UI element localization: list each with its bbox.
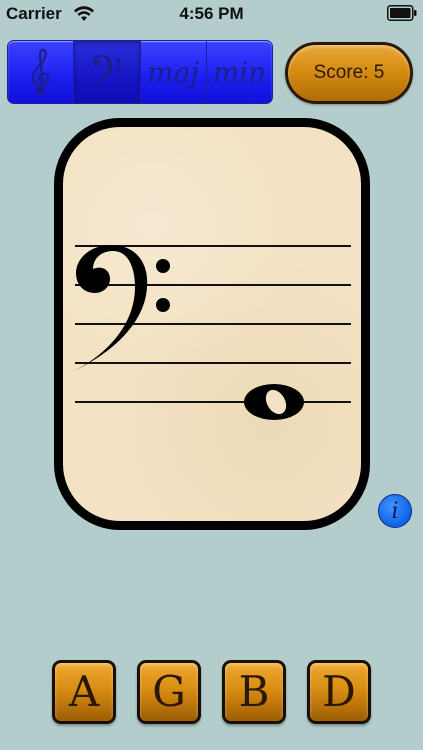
answer-label: A [68, 667, 100, 716]
answer-button-g[interactable]: G [137, 660, 201, 724]
segment-major[interactable]: maj [141, 41, 207, 103]
bass-clef-icon [92, 55, 121, 86]
flashcard [54, 118, 370, 530]
answer-button-d[interactable]: D [307, 660, 371, 724]
staff-lines [75, 245, 351, 403]
segment-bass-clef[interactable] [74, 41, 141, 103]
answer-label: B [238, 667, 270, 716]
clock: 4:56 PM [179, 4, 244, 23]
segment-treble-clef[interactable] [8, 41, 75, 103]
staff [74, 245, 351, 420]
answer-button-a[interactable]: A [52, 660, 116, 724]
status-bar: Carrier 4:56 PM [0, 0, 423, 28]
treble-clef-icon [31, 48, 49, 96]
battery-full-icon [387, 5, 417, 21]
bass-clef-icon [74, 245, 170, 371]
segment-minor[interactable]: min [207, 41, 272, 103]
answer-label: G [152, 667, 186, 716]
answer-buttons: A G B D [52, 660, 372, 724]
score-button[interactable]: Score: 5 [285, 42, 413, 104]
mode-segmented-control: maj min [7, 40, 273, 104]
answer-label: D [322, 667, 356, 716]
info-button[interactable]: i [378, 494, 412, 528]
whole-note-icon [244, 384, 304, 420]
answer-button-b[interactable]: B [222, 660, 286, 724]
